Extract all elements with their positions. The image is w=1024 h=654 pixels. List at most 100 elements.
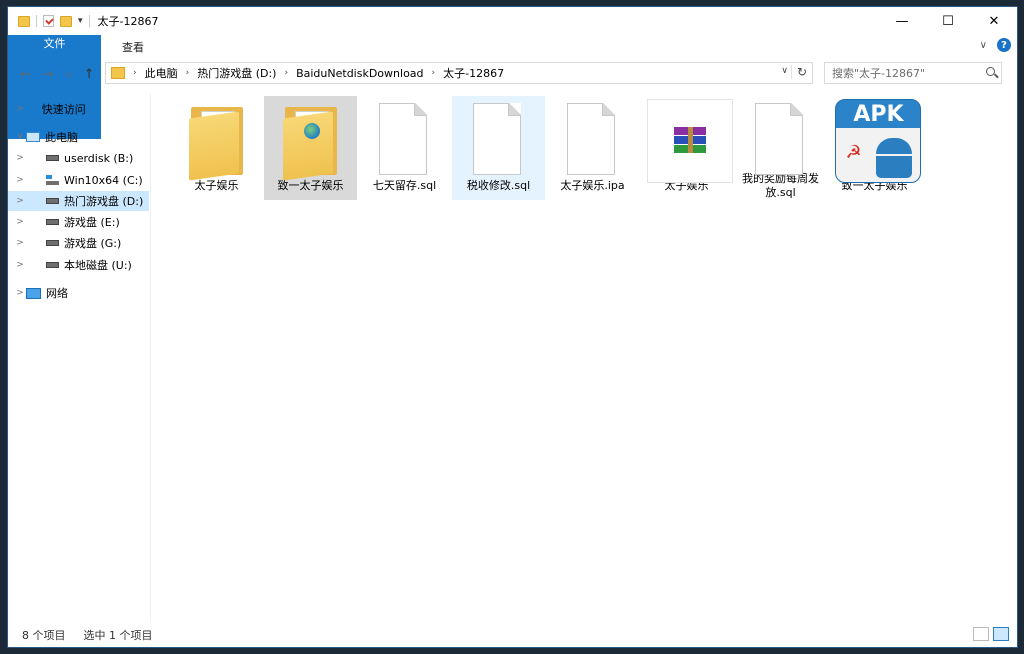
drive-icon [46, 198, 59, 204]
search-icon[interactable] [986, 67, 995, 76]
drive-icon [46, 155, 59, 161]
chevron-right-icon[interactable]: > [14, 153, 26, 163]
file-name: 税收修改.sql [466, 179, 531, 192]
chevron-right-icon[interactable]: > [14, 260, 26, 270]
folder-icon [18, 15, 30, 27]
drive-icon [46, 262, 59, 268]
sidebar-item-network[interactable]: > 网络 [8, 283, 149, 303]
properties-icon[interactable] [43, 15, 54, 27]
large-icons-view-icon[interactable] [993, 627, 1009, 641]
file-item[interactable]: 太子娱乐.ipa [546, 96, 639, 200]
breadcrumb-drive-d[interactable]: 热门游戏盘 (D:) [197, 65, 276, 81]
chevron-right-icon[interactable]: › [186, 68, 190, 78]
chevron-down-icon[interactable]: ∨ [781, 66, 788, 76]
sidebar-item-label: 本地磁盘 (U:) [64, 259, 132, 272]
sidebar-item-drive-e[interactable]: > 游戏盘 (E:) [8, 212, 149, 232]
sidebar-item-label: 游戏盘 (E:) [64, 216, 120, 229]
computer-icon [26, 132, 40, 142]
sidebar-item-this-pc[interactable]: ∨ 此电脑 [8, 127, 149, 147]
divider [36, 15, 37, 27]
file-item[interactable]: 致一太子娱乐 [264, 96, 357, 200]
file-name: 太子娱乐.ipa [560, 179, 625, 192]
file-item[interactable]: 我的奖励每周发放.sql [734, 96, 827, 200]
file-item[interactable]: 税收修改.sql [452, 96, 545, 200]
file-name: 致一太子娱乐 [277, 179, 344, 192]
tab-view[interactable]: 查看 [108, 35, 158, 58]
customize-toolbar-chevron-icon[interactable]: ▾ [78, 16, 83, 26]
address-bar[interactable]: › 此电脑 › 热门游戏盘 (D:) › BaiduNetdiskDownload ›… [105, 62, 813, 84]
hammer-sickle-icon: ☭ [845, 142, 862, 163]
sidebar-item-label: 快速访问 [41, 103, 86, 116]
android-head [875, 138, 912, 154]
folder-front [188, 111, 239, 181]
quick-access-toolbar: ▾ [18, 15, 90, 27]
breadcrumb-this-pc[interactable]: 此电脑 [145, 65, 178, 81]
sidebar-item-userdisk[interactable]: > userdisk (B:) [8, 148, 149, 168]
file-name: 太子娱乐 [194, 179, 239, 192]
file-item[interactable]: 太子娱乐 [170, 96, 263, 200]
android-icon [875, 138, 912, 178]
file-item[interactable]: APK ☭ 致一太子娱乐 [828, 96, 921, 200]
sidebar-item-drive-g[interactable]: > 游戏盘 (G:) [8, 233, 149, 253]
title-bar: ▾ 太子-12867 — ☐ ✕ [8, 7, 1017, 35]
file-item[interactable]: 太子娱乐 [640, 96, 733, 200]
network-icon [26, 287, 41, 299]
windows-drive-icon [46, 175, 59, 185]
android-body [875, 156, 912, 178]
window-title: 太子-12867 [97, 15, 159, 28]
globe-icon [303, 123, 320, 139]
chevron-right-icon[interactable]: › [284, 68, 288, 78]
close-button[interactable]: ✕ [971, 7, 1017, 35]
chevron-right-icon[interactable]: > [14, 104, 26, 114]
folder-front [282, 111, 333, 181]
maximize-button[interactable]: ☐ [925, 7, 971, 35]
file-item[interactable]: 七天留存.sql [358, 96, 451, 200]
file-name: 七天留存.sql [372, 179, 437, 192]
navigation-pane: > ★ 快速访问 ∨ 此电脑 > userdisk (B:) > Win10x6… [8, 93, 151, 623]
chevron-right-icon[interactable]: > [14, 217, 26, 227]
divider [88, 15, 90, 27]
breadcrumb-current-folder[interactable]: 太子-12867 [443, 65, 504, 81]
file-name: 我的奖励每周发放.sql [742, 172, 819, 199]
recent-locations-button[interactable]: ∨ [66, 70, 72, 79]
chevron-down-icon[interactable]: ∨ [14, 132, 26, 142]
up-button[interactable]: ↑ [84, 67, 95, 82]
breadcrumb-baidunetdisk[interactable]: BaiduNetdiskDownload [296, 67, 423, 80]
sidebar-item-drive-u[interactable]: > 本地磁盘 (U:) [8, 255, 149, 275]
search-input[interactable]: 搜索"太子-12867" [824, 62, 1002, 84]
chevron-right-icon[interactable]: > [14, 238, 26, 248]
sidebar-item-label: 此电脑 [45, 131, 78, 144]
apk-icon: APK ☭ [834, 99, 921, 183]
navigation-bar: ← → ∨ ↑ › 此电脑 › 热门游戏盘 (D:) › BaiduNetdiskDo… [8, 62, 1017, 86]
sidebar-item-label: userdisk (B:) [64, 151, 134, 165]
ribbon-tabs: 文件 主页 共享 查看 ∨ ? [8, 35, 1017, 139]
chevron-right-icon[interactable]: › [432, 68, 436, 78]
help-icon[interactable]: ? [997, 38, 1011, 52]
rar-strap [687, 127, 693, 153]
drive-icon [46, 240, 59, 246]
sidebar-item-drive-d[interactable]: > 热门游戏盘 (D:) [8, 191, 149, 211]
refresh-icon[interactable]: ↻ [790, 65, 807, 79]
search-placeholder: 搜索"太子-12867" [832, 67, 926, 80]
sidebar-item-label: 网络 [46, 287, 68, 300]
apk-label: APK [853, 102, 904, 127]
star-icon: ★ [26, 102, 37, 116]
chevron-right-icon[interactable]: > [14, 175, 26, 185]
details-view-icon[interactable] [973, 627, 989, 641]
forward-button[interactable]: → [43, 67, 54, 82]
chevron-right-icon[interactable]: > [14, 288, 26, 298]
status-bar: 8 个项目 选中 1 个项目 [8, 623, 1017, 647]
sidebar-item-win10x64[interactable]: > Win10x64 (C:) [8, 170, 149, 190]
folder-icon [111, 67, 125, 79]
chevron-right-icon[interactable]: › [133, 68, 137, 78]
expand-ribbon-chevron-icon[interactable]: ∨ [980, 40, 987, 51]
explorer-window: ▾ 太子-12867 — ☐ ✕ 文件 主页 共享 查看 ∨ ? ← → ∨ ↑… [7, 6, 1018, 648]
new-folder-icon[interactable] [60, 15, 72, 27]
item-count: 8 个项目 [22, 629, 66, 642]
minimize-button[interactable]: — [879, 7, 925, 35]
document-icon [472, 103, 521, 175]
document-icon [754, 103, 803, 175]
chevron-right-icon[interactable]: > [14, 196, 26, 206]
sidebar-item-quick-access[interactable]: > ★ 快速访问 [8, 99, 149, 119]
back-button[interactable]: ← [20, 67, 31, 82]
